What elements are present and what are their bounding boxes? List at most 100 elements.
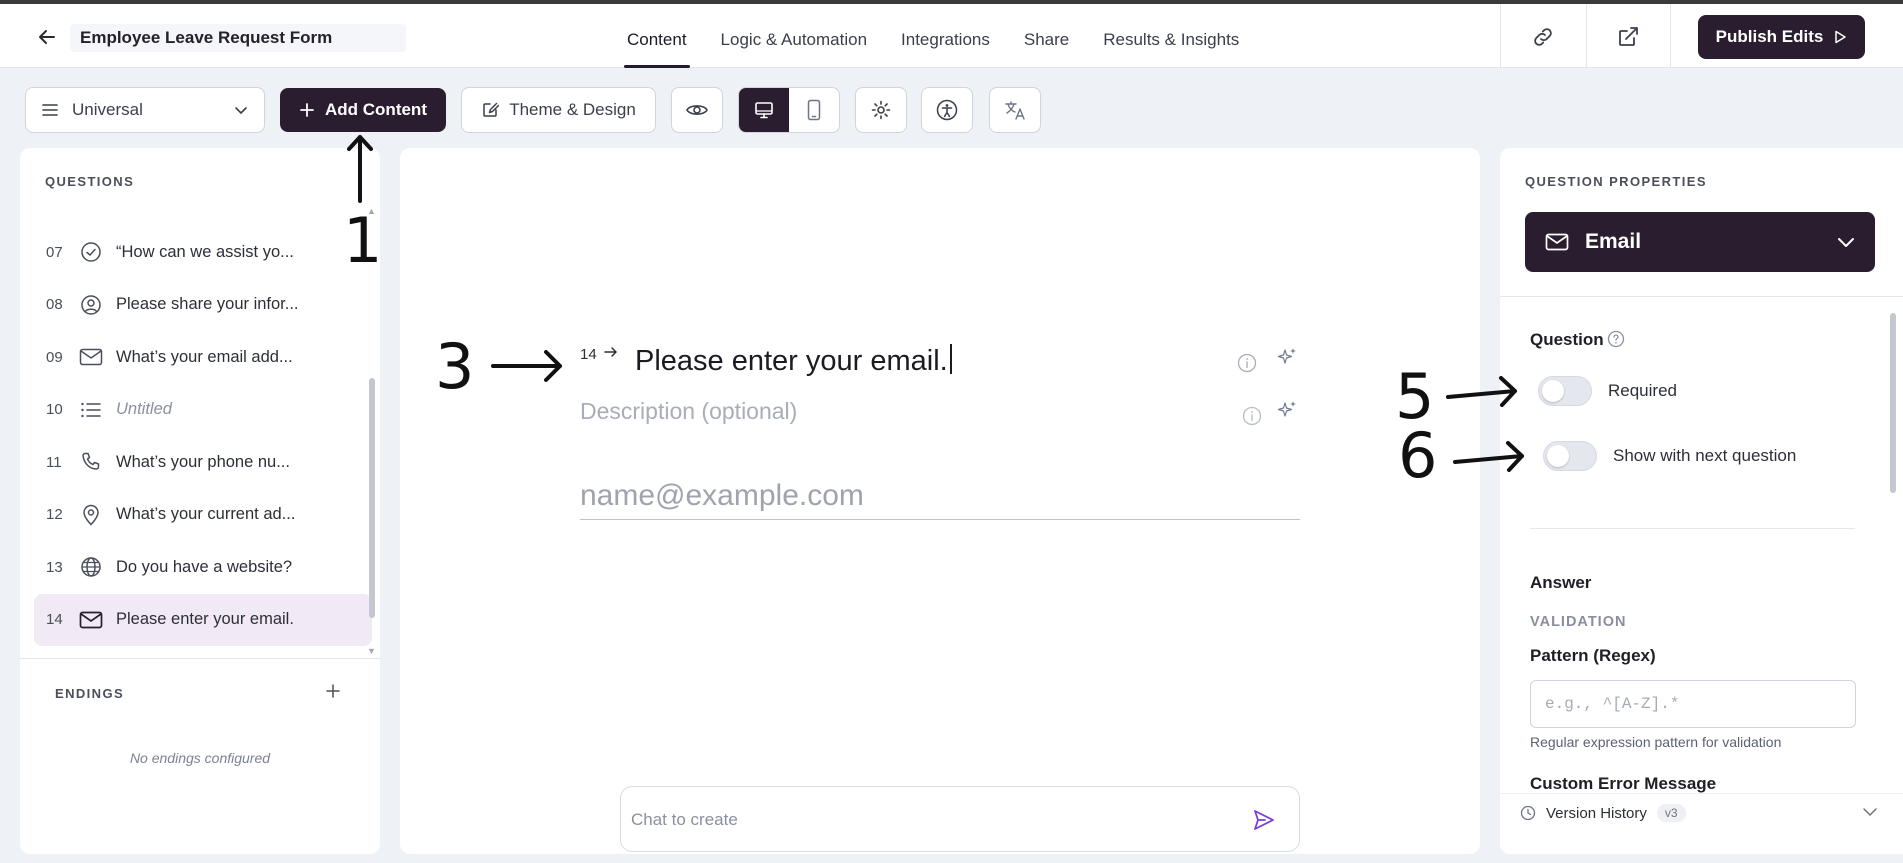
plus-icon <box>300 103 314 117</box>
description-info-button[interactable] <box>1240 404 1264 428</box>
mobile-icon <box>807 99 821 121</box>
chevron-down-icon <box>235 107 247 115</box>
help-circle-icon[interactable] <box>1607 330 1625 348</box>
version-badge: v3 <box>1656 804 1686 822</box>
mail-icon <box>78 344 104 370</box>
settings-button[interactable] <box>855 87 907 133</box>
tab-integrations[interactable]: Integrations <box>884 4 1007 68</box>
app-header: Employee Leave Request Form Content Logi… <box>0 4 1903 68</box>
play-icon <box>1835 30 1847 44</box>
question-number-value: 14 <box>580 346 597 363</box>
version-history-button[interactable]: Version History v3 <box>1520 804 1686 822</box>
required-label: Required <box>1608 381 1677 400</box>
sparkles-icon <box>1277 401 1296 417</box>
chat-send-button[interactable] <box>1251 807 1277 833</box>
map-pin-icon <box>78 502 104 528</box>
question-text: Please share your infor... <box>116 295 299 314</box>
annotation-number-1: 1 <box>343 204 383 277</box>
accessibility-button[interactable] <box>921 87 973 133</box>
tab-results-insights[interactable]: Results & Insights <box>1086 4 1256 68</box>
tab-logic-automation[interactable]: Logic & Automation <box>704 4 884 68</box>
translate-button[interactable] <box>989 87 1041 133</box>
show-next-row: Show with next question <box>1543 441 1796 471</box>
question-number: 09 <box>46 348 63 366</box>
add-content-button[interactable]: Add Content <box>280 88 446 132</box>
arrow-right-icon <box>604 347 617 357</box>
show-with-next-toggle[interactable] <box>1543 441 1597 471</box>
questions-scrollbar[interactable] <box>369 378 375 618</box>
question-item-13[interactable]: 13 Do you have a website? <box>34 541 372 594</box>
add-ending-button[interactable] <box>320 678 346 704</box>
annotation-arrow-right <box>1446 376 1517 407</box>
question-text: Do you have a website? <box>116 557 293 576</box>
annotation-number-6: 6 <box>1398 419 1438 492</box>
question-text: “How can we assist yo... <box>116 242 294 261</box>
external-link-icon <box>1619 27 1638 46</box>
question-number: 12 <box>46 506 63 524</box>
question-item-07[interactable]: 07 “How can we assist yo... <box>34 226 372 279</box>
question-item-11[interactable]: 11 What’s your phone nu... <box>34 436 372 489</box>
list-icon <box>78 397 104 423</box>
copy-link-button[interactable] <box>1530 24 1556 50</box>
question-item-12[interactable]: 12 What’s your current ad... <box>34 489 372 542</box>
custom-error-label: Custom Error Message <box>1530 774 1717 793</box>
plus-icon <box>326 684 340 698</box>
tab-share[interactable]: Share <box>1007 4 1086 68</box>
mail-icon <box>1545 233 1569 251</box>
theme-design-button[interactable]: Theme & Design <box>461 87 656 133</box>
chevron-down-icon[interactable] <box>1862 806 1878 818</box>
required-row: Required <box>1538 376 1677 406</box>
no-endings-message: No endings configured <box>129 750 271 766</box>
version-history-bar: Version History v3 <box>1500 793 1903 854</box>
scroll-down-arrow[interactable]: ▼ <box>367 646 376 656</box>
desktop-view-button[interactable] <box>739 88 789 132</box>
form-title[interactable]: Employee Leave Request Form <box>70 24 406 52</box>
send-icon <box>1254 810 1274 830</box>
question-number: 11 <box>46 453 62 471</box>
question-item-08[interactable]: 08 Please share your infor... <box>34 279 372 332</box>
question-item-14[interactable]: 14 Please enter your email. <box>34 593 372 646</box>
properties-heading: QUESTION PROPERTIES <box>1525 174 1707 189</box>
language-select[interactable]: Universal <box>25 87 265 133</box>
question-item-09[interactable]: 09 What’s your email add... <box>34 331 372 384</box>
section-separator <box>1530 528 1855 529</box>
clock-icon <box>1520 805 1536 821</box>
tab-content[interactable]: Content <box>610 4 704 68</box>
show-next-label: Show with next question <box>1613 446 1797 465</box>
globe-icon <box>78 554 104 580</box>
question-text: Untitled <box>116 400 172 419</box>
annotation-arrow-right <box>1453 441 1524 472</box>
question-number: 14 <box>46 611 63 629</box>
panel-divider <box>20 658 380 659</box>
preview-button[interactable] <box>671 87 723 133</box>
question-text: What’s your current ad... <box>116 505 296 524</box>
chat-input[interactable] <box>631 807 1231 833</box>
required-toggle[interactable] <box>1538 376 1592 406</box>
question-section-heading: Question <box>1530 330 1604 349</box>
mobile-view-button[interactable] <box>789 88 839 132</box>
title-ai-button[interactable] <box>1275 345 1299 369</box>
question-properties-panel: QUESTION PROPERTIES Email Question Requi… <box>1500 148 1903 854</box>
title-info-button[interactable] <box>1235 351 1259 375</box>
pattern-hint: Regular expression pattern for validatio… <box>1530 734 1782 750</box>
publish-edits-button[interactable]: Publish Edits <box>1698 15 1865 59</box>
question-item-10[interactable]: 10 Untitled <box>34 384 372 437</box>
header-divider <box>1586 4 1587 68</box>
back-button[interactable] <box>34 24 60 50</box>
question-title-editor[interactable]: Please enter your email. <box>635 344 952 378</box>
language-select-value: Universal <box>72 100 143 119</box>
email-answer-input[interactable] <box>580 472 1300 520</box>
properties-scrollbar[interactable] <box>1890 313 1896 493</box>
sparkles-icon <box>1277 348 1296 364</box>
question-type-select[interactable]: Email <box>1525 212 1875 272</box>
description-field[interactable]: Description (optional) <box>580 398 797 425</box>
endings-heading: ENDINGS <box>55 686 125 701</box>
description-ai-button[interactable] <box>1275 398 1299 422</box>
link-icon <box>1534 28 1552 46</box>
version-history-label: Version History <box>1546 804 1647 822</box>
publish-label: Publish Edits <box>1715 27 1824 46</box>
open-external-button[interactable] <box>1615 24 1641 50</box>
pattern-regex-input[interactable] <box>1530 680 1856 728</box>
phone-icon <box>78 449 104 475</box>
answer-section-heading: Answer <box>1530 573 1592 592</box>
